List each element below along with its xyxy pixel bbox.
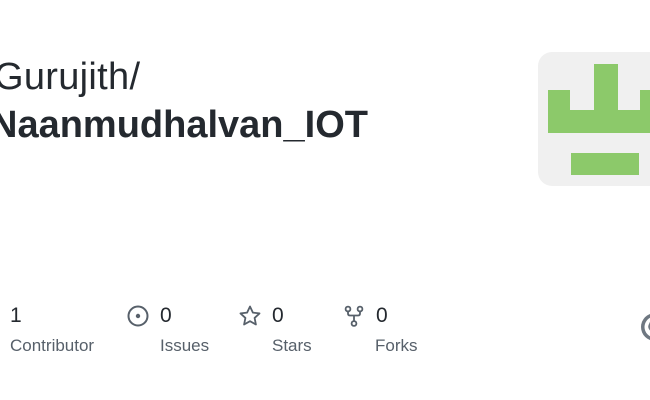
issues-label: Issues	[160, 336, 210, 355]
identicon-icon	[548, 64, 650, 175]
contributors-label: Contributor	[10, 336, 95, 355]
stat-issues: 0 Issues	[126, 300, 209, 356]
stat-stars: 0 Stars	[238, 300, 312, 356]
star-icon	[238, 304, 262, 328]
stars-label: Stars	[272, 336, 312, 355]
owner-avatar	[538, 52, 650, 186]
contributors-count: 1	[10, 304, 22, 327]
stars-count: 0	[272, 304, 284, 327]
issues-count: 0	[160, 304, 172, 327]
repo-owner: Gurujith/	[0, 56, 141, 98]
repo-forked-icon	[342, 304, 366, 328]
stat-forks: 0 Forks	[342, 300, 418, 356]
issue-opened-icon	[126, 304, 150, 328]
stat-contributors: 1 Contributor	[10, 300, 94, 356]
forks-label: Forks	[375, 336, 418, 355]
repo-name: Naanmudhalvan_IOT	[0, 104, 368, 146]
repo-social-card: Gurujith/ Naanmudhalvan_IOT 1 Contributo…	[0, 0, 650, 400]
forks-count: 0	[376, 304, 388, 327]
github-logo-icon	[641, 313, 650, 341]
